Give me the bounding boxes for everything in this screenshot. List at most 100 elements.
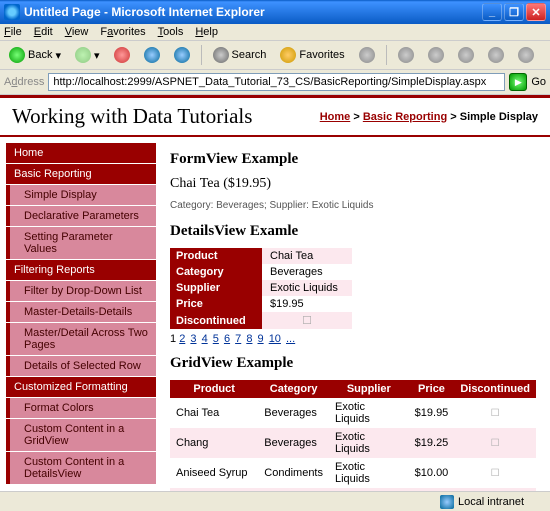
forward-button[interactable]: ▾ <box>70 44 105 66</box>
breadcrumb-current: Simple Display <box>460 111 538 123</box>
back-button[interactable]: Back ▾ <box>4 44 66 66</box>
pager: 1 2 3 4 5 6 7 8 9 10 ... <box>170 333 536 345</box>
discuss-button[interactable] <box>483 44 509 66</box>
separator <box>386 45 387 65</box>
gv-price: $19.95 <box>409 398 455 428</box>
gv-product: Chang <box>170 428 258 458</box>
dv-key: Discontinued <box>170 312 262 329</box>
dv-key: Category <box>170 264 262 280</box>
mail-button[interactable] <box>393 44 419 66</box>
detailsview-table: ProductChai TeaCategoryBeveragesSupplier… <box>170 248 352 329</box>
discuss-icon <box>488 47 504 63</box>
table-row: ChangBeveragesExotic Liquids$19.25☐ <box>170 428 536 458</box>
pager-link[interactable]: 9 <box>258 333 264 345</box>
nav-item[interactable]: Details of Selected Row <box>6 356 156 376</box>
maximize-button[interactable]: ❐ <box>504 3 524 21</box>
messenger-button[interactable] <box>513 44 539 66</box>
nav-item[interactable]: Filter by Drop-Down List <box>6 281 156 301</box>
gv-product: Aniseed Syrup <box>170 458 258 488</box>
dv-val: $19.95 <box>262 296 352 312</box>
breadcrumb-section[interactable]: Basic Reporting <box>363 111 447 123</box>
gv-col-header: Price <box>409 380 455 398</box>
refresh-button[interactable] <box>139 44 165 66</box>
menu-help[interactable]: Help <box>195 26 218 38</box>
favorites-icon <box>280 47 296 63</box>
gv-product: Chef Anton's Cajun Seasoning <box>170 488 258 491</box>
menubar: File Edit View Favorites Tools Help <box>0 24 550 41</box>
nav-item[interactable]: Master-Details-Details <box>6 302 156 322</box>
dv-val: ☐ <box>262 312 352 329</box>
window-title: Untitled Page - Microsoft Internet Explo… <box>24 5 482 19</box>
nav-item[interactable]: Custom Content in a DetailsView <box>6 452 156 484</box>
minimize-button[interactable]: _ <box>482 3 502 21</box>
ie-icon <box>4 4 20 20</box>
pager-link[interactable]: 8 <box>246 333 252 345</box>
detailsview-row: SupplierExotic Liquids <box>170 280 352 296</box>
table-row: Chai TeaBeveragesExotic Liquids$19.95☐ <box>170 398 536 428</box>
nav-header[interactable]: Filtering Reports <box>6 260 156 280</box>
formview-meta: Category: Beverages; Supplier: Exotic Li… <box>170 200 536 211</box>
menu-favorites[interactable]: Favorites <box>100 26 145 38</box>
nav-header[interactable]: Customized Formatting <box>6 377 156 397</box>
table-row: Chef Anton's Cajun SeasoningCondimentsNe… <box>170 488 536 491</box>
page-title: Working with Data Tutorials <box>12 104 320 129</box>
history-icon <box>359 47 375 63</box>
address-label: Address <box>4 76 44 88</box>
pager-link[interactable]: 5 <box>213 333 219 345</box>
refresh-icon <box>144 47 160 63</box>
menu-file[interactable]: File <box>4 26 22 38</box>
nav-item[interactable]: Custom Content in a GridView <box>6 419 156 451</box>
gv-supplier: Exotic Liquids <box>329 458 409 488</box>
stop-icon <box>114 47 130 63</box>
stop-button[interactable] <box>109 44 135 66</box>
gv-price: $10.00 <box>409 458 455 488</box>
gv-price: $26.62 <box>409 488 455 491</box>
dv-key: Supplier <box>170 280 262 296</box>
dv-key: Product <box>170 248 262 264</box>
pager-link[interactable]: 4 <box>202 333 208 345</box>
print-icon <box>428 47 444 63</box>
pager-link[interactable]: 7 <box>235 333 241 345</box>
pager-link[interactable]: 10 <box>269 333 281 345</box>
pager-link[interactable]: ... <box>286 333 295 345</box>
content-area: Working with Data Tutorials Home > Basic… <box>0 95 550 491</box>
detailsview-row: ProductChai Tea <box>170 248 352 264</box>
nav-item[interactable]: Setting Parameter Values <box>6 227 156 259</box>
go-button[interactable]: ▶ <box>509 73 527 91</box>
pager-link[interactable]: 6 <box>224 333 230 345</box>
detailsview-row: CategoryBeverages <box>170 264 352 280</box>
print-button[interactable] <box>423 44 449 66</box>
detailsview-row: Price$19.95 <box>170 296 352 312</box>
pager-link[interactable]: 2 <box>179 333 185 345</box>
nav-header[interactable]: Home <box>6 143 156 163</box>
gv-category: Condiments <box>258 458 329 488</box>
menu-edit[interactable]: Edit <box>34 26 53 38</box>
detailsview-heading: DetailsView Examle <box>170 223 536 240</box>
nav-item[interactable]: Format Colors <box>6 398 156 418</box>
edit-button[interactable] <box>453 44 479 66</box>
close-button[interactable]: ✕ <box>526 3 546 21</box>
gv-col-header: Discontinued <box>454 380 536 398</box>
history-button[interactable] <box>354 44 380 66</box>
address-input[interactable] <box>48 73 505 91</box>
mail-icon <box>398 47 414 63</box>
nav-item[interactable]: Simple Display <box>6 185 156 205</box>
messenger-icon <box>518 47 534 63</box>
favorites-button[interactable]: Favorites <box>275 44 349 66</box>
gv-discontinued: ☐ <box>454 428 536 458</box>
dv-val: Beverages <box>262 264 352 280</box>
menu-view[interactable]: View <box>65 26 89 38</box>
menu-tools[interactable]: Tools <box>158 26 184 38</box>
gridview-table: ProductCategorySupplierPriceDiscontinued… <box>170 380 536 491</box>
breadcrumb-home[interactable]: Home <box>320 111 351 123</box>
search-button[interactable]: Search <box>208 44 272 66</box>
gv-category: Beverages <box>258 428 329 458</box>
formview-heading: FormView Example <box>170 151 536 168</box>
nav-header[interactable]: Basic Reporting <box>6 164 156 184</box>
gridview-heading: GridView Example <box>170 355 536 372</box>
gv-supplier: New Orleans Cajun Delights <box>329 488 409 491</box>
home-button[interactable] <box>169 44 195 66</box>
nav-item[interactable]: Master/Detail Across Two Pages <box>6 323 156 355</box>
nav-item[interactable]: Declarative Parameters <box>6 206 156 226</box>
pager-link[interactable]: 3 <box>190 333 196 345</box>
